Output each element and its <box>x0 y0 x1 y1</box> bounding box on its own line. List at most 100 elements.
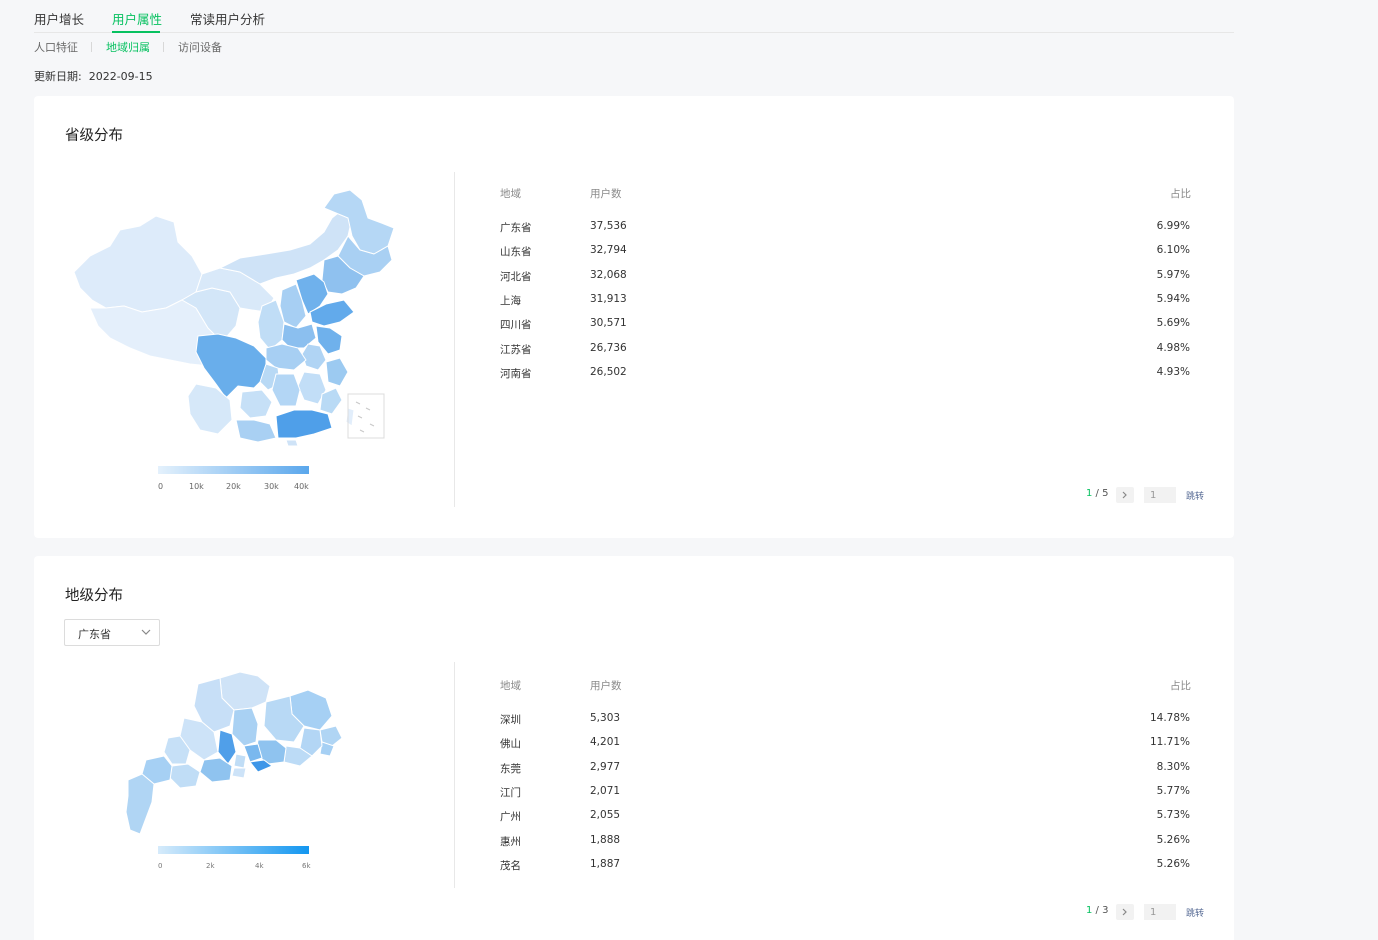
city-pagination: 1 / 3 <box>1086 905 1109 916</box>
cell-region: 惠州 <box>500 835 521 848</box>
next-page-button[interactable] <box>1116 487 1134 503</box>
table-row: 山东省 32,794 6.10% <box>500 244 1190 264</box>
map-city-zhongshan <box>233 753 247 769</box>
table-row: 广州 2,055 5.73% <box>500 809 1190 829</box>
map-region-taiwan <box>345 407 355 427</box>
cell-region: 河北省 <box>500 270 532 283</box>
table-row: 广东省 37,536 6.99% <box>500 220 1190 240</box>
map-region-zhejiang <box>325 357 349 387</box>
tab-frequent-readers[interactable]: 常读用户分析 <box>190 9 265 28</box>
cell-users: 1,887 <box>590 857 621 870</box>
active-tab-indicator <box>112 31 160 33</box>
table-row: 惠州 1,888 5.26% <box>500 834 1190 854</box>
cell-ratio: 4.93% <box>1156 365 1190 378</box>
city-legend-tick: 6k <box>302 862 311 870</box>
cell-region: 东莞 <box>500 762 521 775</box>
page-current: 1 <box>1086 488 1093 499</box>
cell-users: 2,055 <box>590 809 621 822</box>
city-legend-tick: 0 <box>158 862 163 870</box>
city-legend-tick: 2k <box>206 862 215 870</box>
cell-region: 上海 <box>500 294 521 307</box>
column-header-region: 地域 <box>500 680 521 692</box>
cell-users: 2,071 <box>590 784 621 797</box>
subtab-region[interactable]: 地域归属 <box>106 39 150 55</box>
china-map <box>73 189 395 446</box>
next-page-button[interactable] <box>1116 904 1134 920</box>
map-city-zhanjiang <box>125 773 155 835</box>
subtab-demographics[interactable]: 人口特征 <box>34 39 78 55</box>
cell-ratio: 11.71% <box>1149 736 1190 749</box>
cell-ratio: 5.26% <box>1156 857 1190 870</box>
province-card-title: 省级分布 <box>65 128 123 144</box>
province-pagination: 1 / 5 <box>1086 488 1109 499</box>
cell-region: 茂名 <box>500 859 521 872</box>
page-number-input[interactable] <box>1144 487 1176 503</box>
table-row: 佛山 4,201 11.71% <box>500 736 1190 756</box>
city-distribution-card: 地级分布 广东省 0 2k 4k 6k 地域 用户数 占比 深圳 5,303 1… <box>34 556 1234 940</box>
update-date: 更新日期: 2022-09-15 <box>34 68 153 84</box>
province-legend-tick: 40k <box>294 482 309 491</box>
jump-button[interactable]: 跳转 <box>1186 489 1204 502</box>
province-select[interactable]: 广东省 <box>64 619 160 646</box>
cell-users: 2,977 <box>590 760 621 773</box>
map-city-yangjiang <box>169 763 201 789</box>
page-total: 3 <box>1102 905 1109 916</box>
province-legend-tick: 10k <box>189 482 204 491</box>
tab-user-attributes[interactable]: 用户属性 <box>112 9 162 28</box>
map-region-guangdong <box>275 409 333 439</box>
province-legend-tick: 0 <box>158 482 164 491</box>
column-header-users: 用户数 <box>590 188 622 200</box>
map-region-hunan <box>271 373 301 407</box>
cell-region: 广州 <box>500 811 521 824</box>
cell-region: 佛山 <box>500 738 521 751</box>
chevron-down-icon <box>141 629 151 635</box>
cell-ratio: 5.97% <box>1156 268 1190 281</box>
cell-ratio: 6.10% <box>1156 244 1190 257</box>
map-region-guangxi <box>235 419 277 443</box>
cell-region: 江苏省 <box>500 343 532 356</box>
cell-users: 26,736 <box>590 341 627 354</box>
province-legend-tick: 20k <box>226 482 241 491</box>
tab-user-growth[interactable]: 用户增长 <box>34 9 84 28</box>
subtab-separator <box>91 42 92 52</box>
cell-ratio: 8.30% <box>1156 760 1190 773</box>
table-row: 河北省 32,068 5.97% <box>500 269 1190 289</box>
table-row: 茂名 1,887 5.26% <box>500 858 1190 878</box>
table-row: 江苏省 26,736 4.98% <box>500 342 1190 362</box>
map-region-xinjiang <box>73 215 203 313</box>
cell-ratio: 14.78% <box>1149 712 1190 724</box>
table-row: 上海 31,913 5.94% <box>500 293 1190 313</box>
south-china-sea-islands <box>355 401 375 433</box>
province-distribution-card: 省级分布 0 10k 20k 30k 40k 地域 用户数 占比 广东省 37,… <box>34 96 1234 538</box>
map-region-hainan <box>285 439 299 446</box>
cell-ratio: 5.73% <box>1156 809 1190 822</box>
cell-users: 32,794 <box>590 244 627 257</box>
cell-users: 4,201 <box>590 736 621 749</box>
column-header-ratio: 占比 <box>1170 680 1191 692</box>
city-legend-bar <box>158 846 309 854</box>
cell-users: 37,536 <box>590 220 627 232</box>
table-row: 河南省 26,502 4.93% <box>500 366 1190 386</box>
chevron-right-icon <box>1122 491 1127 499</box>
table-row: 东莞 2,977 8.30% <box>500 761 1190 781</box>
top-tab-bar: 用户增长 用户属性 常读用户分析 <box>34 0 1234 33</box>
cell-region: 江门 <box>500 786 521 799</box>
cell-ratio: 5.94% <box>1156 292 1190 305</box>
update-date-label: 更新日期: <box>34 70 82 83</box>
cell-users: 5,303 <box>590 712 621 724</box>
city-legend-tick: 4k <box>255 862 264 870</box>
map-city-guangzhou <box>231 707 259 747</box>
chevron-right-icon <box>1122 908 1127 916</box>
cell-region: 河南省 <box>500 367 532 380</box>
cell-region: 四川省 <box>500 319 532 332</box>
page-number-input[interactable] <box>1144 904 1176 920</box>
jump-button[interactable]: 跳转 <box>1186 906 1204 919</box>
card-divider <box>454 662 455 888</box>
table-row: 四川省 30,571 5.69% <box>500 317 1190 337</box>
column-header-users: 用户数 <box>590 680 622 692</box>
column-header-region: 地域 <box>500 188 521 200</box>
map-region-guizhou <box>239 389 273 419</box>
subtab-devices[interactable]: 访问设备 <box>178 39 222 55</box>
province-select-value: 广东省 <box>78 628 111 641</box>
subtab-separator <box>163 42 164 52</box>
